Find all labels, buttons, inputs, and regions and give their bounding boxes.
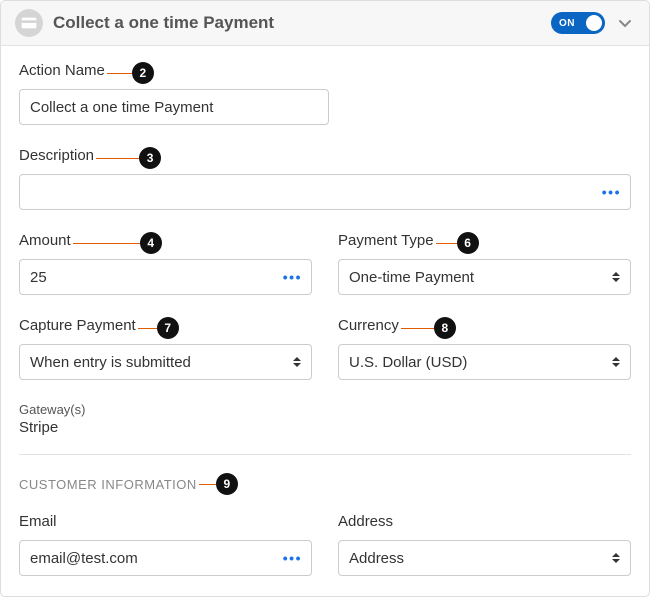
gateways-value: Stripe xyxy=(19,419,631,436)
panel-body: Action Name 2 Description 3 ••• Amount xyxy=(1,46,649,596)
email-label: Email xyxy=(19,513,57,530)
divider xyxy=(19,454,631,455)
payment-type-value: One-time Payment xyxy=(349,269,474,286)
annotation-bullet-2: 2 xyxy=(132,62,154,84)
toggle-on-label: ON xyxy=(559,18,575,29)
annotation-leader xyxy=(96,158,140,159)
payment-action-panel: Collect a one time Payment ON Action Nam… xyxy=(0,0,650,597)
toggle-knob xyxy=(586,15,602,31)
annotation-bullet-7: 7 xyxy=(157,317,179,339)
amount-input[interactable] xyxy=(19,259,312,295)
currency-field: Currency 8 U.S. Dollar (USD) xyxy=(338,317,631,380)
select-caret-icon xyxy=(612,270,622,284)
panel-header: Collect a one time Payment ON xyxy=(1,1,649,46)
gateways-label: Gateway(s) xyxy=(19,402,631,417)
description-label: Description xyxy=(19,147,94,164)
annotation-bullet-4: 4 xyxy=(140,232,162,254)
email-merge-button[interactable]: ••• xyxy=(283,550,302,566)
annotation-leader xyxy=(138,328,158,329)
payment-type-field: Payment Type 6 One-time Payment xyxy=(338,232,631,295)
capture-payment-value: When entry is submitted xyxy=(30,354,191,371)
annotation-leader xyxy=(436,243,458,244)
capture-payment-field: Capture Payment 7 When entry is submitte… xyxy=(19,317,312,380)
action-name-label: Action Name xyxy=(19,62,105,79)
address-field: Address Address xyxy=(338,513,631,576)
collapse-button[interactable] xyxy=(615,13,635,33)
payment-type-select[interactable]: One-time Payment xyxy=(338,259,631,295)
card-icon xyxy=(15,9,43,37)
annotation-bullet-9: 9 xyxy=(216,473,238,495)
description-input[interactable] xyxy=(19,174,631,210)
select-caret-icon xyxy=(612,355,622,369)
annotation-bullet-3: 3 xyxy=(139,147,161,169)
currency-label: Currency xyxy=(338,317,399,334)
address-label: Address xyxy=(338,513,393,530)
action-name-field: Action Name 2 xyxy=(19,62,631,125)
email-input[interactable] xyxy=(19,540,312,576)
description-merge-button[interactable]: ••• xyxy=(602,184,621,200)
panel-title: Collect a one time Payment xyxy=(53,13,551,33)
annotation-leader xyxy=(199,484,217,485)
capture-payment-label: Capture Payment xyxy=(19,317,136,334)
email-field: Email ••• xyxy=(19,513,312,576)
action-name-input[interactable] xyxy=(19,89,329,125)
payment-type-label: Payment Type xyxy=(338,232,434,249)
annotation-leader xyxy=(107,73,133,74)
currency-select[interactable]: U.S. Dollar (USD) xyxy=(338,344,631,380)
amount-field: Amount 4 ••• xyxy=(19,232,312,295)
annotation-bullet-8: 8 xyxy=(434,317,456,339)
amount-label: Amount xyxy=(19,232,71,249)
currency-value: U.S. Dollar (USD) xyxy=(349,354,467,371)
annotation-bullet-6: 6 xyxy=(457,232,479,254)
select-caret-icon xyxy=(612,551,622,565)
gateways-group: Gateway(s) Stripe xyxy=(19,402,631,436)
description-field: Description 3 ••• xyxy=(19,147,631,210)
annotation-leader xyxy=(401,328,435,329)
customer-info-heading: CUSTOMER INFORMATION xyxy=(19,477,197,492)
annotation-leader xyxy=(73,243,141,244)
select-caret-icon xyxy=(293,355,303,369)
address-select[interactable]: Address xyxy=(338,540,631,576)
enable-toggle[interactable]: ON xyxy=(551,12,605,34)
address-value: Address xyxy=(349,550,404,567)
capture-payment-select[interactable]: When entry is submitted xyxy=(19,344,312,380)
amount-merge-button[interactable]: ••• xyxy=(283,269,302,285)
